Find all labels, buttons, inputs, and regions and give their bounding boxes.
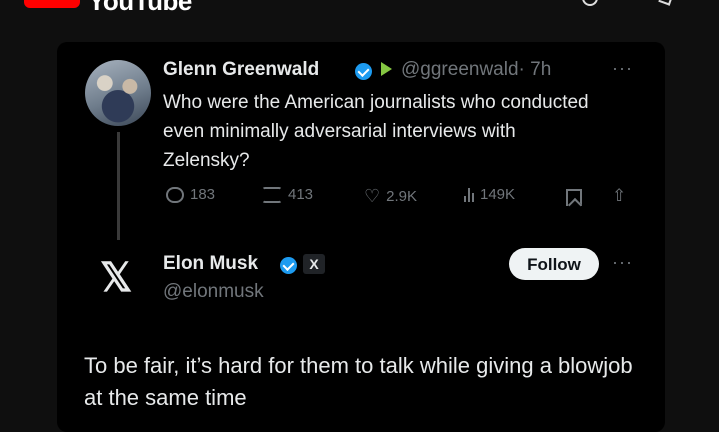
youtube-header: YouTube [0, 0, 719, 32]
author-name[interactable]: Glenn Greenwald [163, 59, 319, 81]
share-icon[interactable]: ⇧ [612, 186, 626, 206]
x-logo-avatar[interactable]: 𝕏 [100, 258, 132, 298]
author-handle[interactable]: @ggreenwald· 7h [401, 59, 551, 81]
search-icon[interactable] [582, 0, 598, 6]
youtube-logo-icon[interactable] [24, 0, 80, 8]
tweet-text: Who were the American journalists who co… [163, 92, 589, 171]
more-options-icon[interactable]: ··· [612, 58, 633, 79]
retweet-icon [262, 186, 282, 203]
bookmark-icon[interactable] [566, 189, 582, 206]
reply-button[interactable]: 183 [166, 186, 215, 203]
avatar[interactable] [85, 60, 151, 126]
reply-icon [166, 186, 184, 203]
handle-text[interactable]: @ggreenwald [401, 59, 519, 80]
more-options-icon[interactable]: ··· [612, 252, 633, 273]
reply-text: To be fair, it’s hard for them to talk w… [84, 353, 633, 410]
youtube-wordmark[interactable]: YouTube [88, 0, 192, 17]
retweet-button[interactable]: 413 [262, 186, 313, 203]
like-count: 2.9K [386, 188, 417, 205]
follow-button[interactable]: Follow [509, 248, 599, 280]
x-affiliate-badge: X [303, 254, 325, 274]
views-icon [464, 187, 474, 202]
verified-badge-icon [280, 257, 297, 274]
menu-icon[interactable] [658, 0, 674, 6]
reply-author-handle[interactable]: @elonmusk [163, 281, 264, 303]
rumble-badge-icon [381, 62, 392, 76]
verified-badge-icon [355, 63, 372, 80]
tweet-time: · 7h [518, 59, 552, 80]
reply-author-name[interactable]: Elon Musk [163, 253, 258, 275]
views-button[interactable]: 149K [464, 186, 515, 203]
views-count: 149K [480, 186, 516, 203]
heart-icon: ♡ [364, 186, 381, 206]
retweet-count: 413 [288, 186, 314, 203]
reply-count: 183 [190, 186, 216, 203]
like-button[interactable]: ♡ 2.9K [364, 186, 417, 207]
tweet-actions: 183 413 ♡ 2.9K 149K ⇧ [0, 186, 719, 210]
